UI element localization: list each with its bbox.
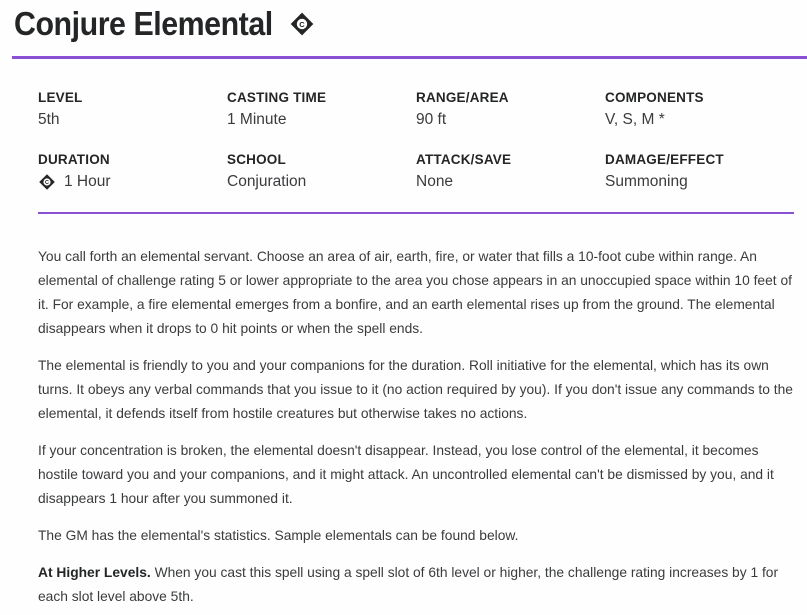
stat-level: LEVEL 5th bbox=[38, 90, 227, 152]
stat-label: DAMAGE/EFFECT bbox=[605, 152, 724, 167]
concentration-icon: C bbox=[38, 173, 56, 191]
stat-value: Conjuration bbox=[227, 173, 307, 190]
higher-levels-paragraph: At Higher Levels. When you cast this spe… bbox=[38, 561, 794, 609]
stat-value: 5th bbox=[38, 111, 60, 128]
stats-row: DURATION C 1 Hour SCHOOL Conjuration ATT… bbox=[38, 152, 794, 214]
stats-divider bbox=[38, 212, 794, 214]
svg-text:C: C bbox=[300, 20, 306, 29]
page-title: Conjure Elemental bbox=[14, 5, 273, 42]
stat-damage-effect: DAMAGE/EFFECT Summoning bbox=[605, 152, 794, 214]
svg-text:C: C bbox=[45, 180, 49, 186]
stat-value-duration: C 1 Hour bbox=[38, 173, 227, 191]
description-paragraph: The elemental is friendly to you and you… bbox=[38, 358, 793, 421]
stat-value: V, S, M * bbox=[605, 111, 665, 128]
higher-levels-label: At Higher Levels. bbox=[38, 565, 151, 580]
stat-label: SCHOOL bbox=[227, 152, 286, 167]
stat-value: Summoning bbox=[605, 173, 688, 190]
stat-range-area: RANGE/AREA 90 ft bbox=[416, 90, 605, 152]
spell-description: You call forth an elemental servant. Cho… bbox=[38, 245, 794, 615]
stat-label: RANGE/AREA bbox=[416, 90, 509, 105]
stat-components: COMPONENTS V, S, M * bbox=[605, 90, 794, 152]
stat-value: 1 Minute bbox=[227, 111, 287, 128]
stat-label: LEVEL bbox=[38, 90, 83, 105]
title-row: Conjure Elemental C bbox=[14, 2, 315, 46]
stat-value: 90 ft bbox=[416, 111, 447, 128]
concentration-icon: C bbox=[289, 11, 315, 37]
stat-casting-time: CASTING TIME 1 Minute bbox=[227, 90, 416, 152]
stat-value: None bbox=[416, 173, 454, 190]
stat-school: SCHOOL Conjuration bbox=[227, 152, 416, 214]
stat-label: COMPONENTS bbox=[605, 90, 704, 105]
stat-label: DURATION bbox=[38, 152, 110, 167]
stat-attack-save: ATTACK/SAVE None bbox=[416, 152, 605, 214]
spell-stats: LEVEL 5th CASTING TIME 1 Minute RANGE/AR… bbox=[38, 90, 794, 214]
stats-row: LEVEL 5th CASTING TIME 1 Minute RANGE/AR… bbox=[38, 90, 794, 152]
stat-duration: DURATION C 1 Hour bbox=[38, 152, 227, 214]
description-paragraph: If your concentration is broken, the ele… bbox=[38, 443, 774, 506]
description-paragraph: You call forth an elemental servant. Cho… bbox=[38, 249, 792, 336]
description-paragraph: The GM has the elemental's statistics. S… bbox=[38, 528, 519, 543]
stat-label: CASTING TIME bbox=[227, 90, 327, 105]
duration-text: 1 Hour bbox=[64, 173, 111, 190]
title-divider bbox=[12, 56, 807, 59]
stat-label: ATTACK/SAVE bbox=[416, 152, 512, 167]
